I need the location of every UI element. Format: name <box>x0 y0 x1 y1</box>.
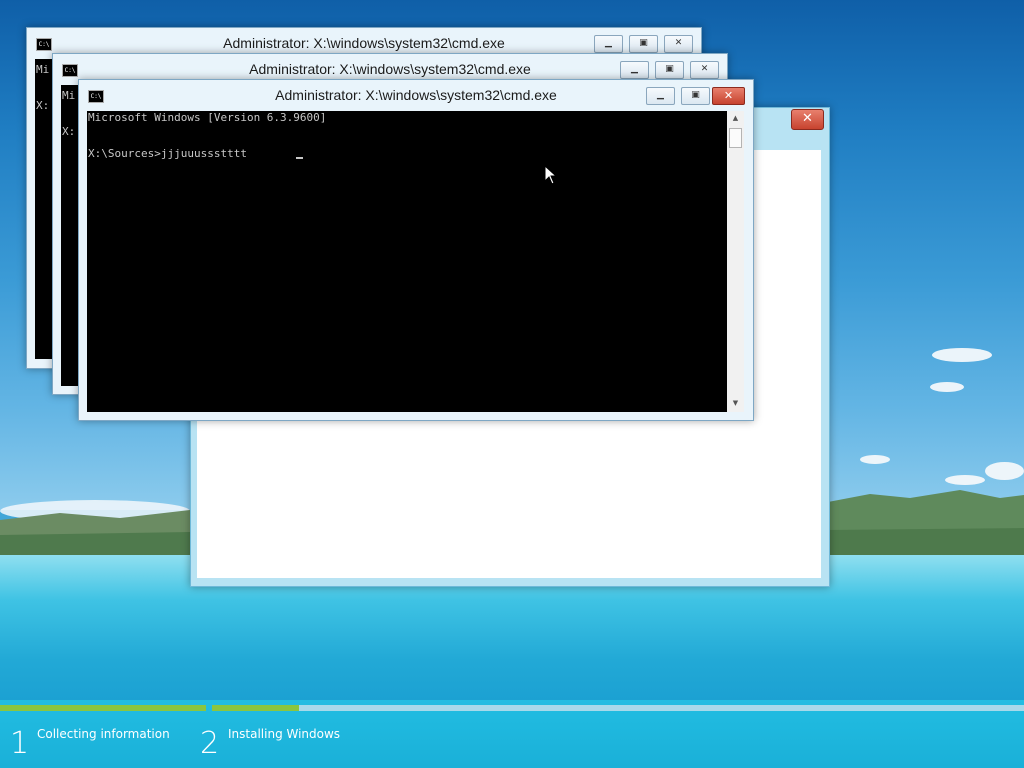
close-button[interactable]: ✕ <box>664 35 693 53</box>
step-1-label: Collecting information <box>37 727 170 741</box>
maximize-button[interactable]: ▣ <box>655 61 684 79</box>
cmd-titlebar[interactable]: C:\ Administrator: X:\windows\system32\c… <box>79 80 753 110</box>
mouse-pointer-icon <box>544 165 558 185</box>
step-1-number: 1 <box>10 726 30 761</box>
step-2-label: Installing Windows <box>228 727 341 741</box>
close-button[interactable]: ✕ <box>690 61 719 79</box>
cloud <box>932 348 992 362</box>
console-output[interactable]: Microsoft Windows [Version 6.3.9600] X:\… <box>87 111 727 412</box>
step-2-number: 2 <box>200 726 220 761</box>
console-line: Microsoft Windows [Version 6.3.9600] <box>88 111 327 124</box>
console-line: Mi <box>36 63 50 76</box>
step-1-progress-fill <box>0 705 206 711</box>
minimize-button[interactable]: ▁ <box>594 35 623 53</box>
minimize-button[interactable]: ▁ <box>620 61 649 79</box>
scroll-thumb[interactable] <box>729 128 742 148</box>
console-line: X: <box>62 125 76 138</box>
console-prompt[interactable]: X:\Sources>jjjuuussstttt <box>88 147 247 160</box>
cloud <box>985 462 1024 480</box>
maximize-button[interactable]: ▣ <box>629 35 658 53</box>
cloud <box>930 382 964 392</box>
console-line: X: <box>36 99 50 112</box>
maximize-button[interactable]: ▣ <box>681 87 710 105</box>
close-button[interactable]: ✕ <box>712 87 745 105</box>
step-2-progress-track <box>212 705 1024 711</box>
scroll-down-icon[interactable]: ▼ <box>727 399 744 407</box>
scroll-up-icon[interactable]: ▲ <box>727 114 744 122</box>
cloud <box>860 455 890 464</box>
step-2-progress-fill <box>212 705 299 711</box>
vertical-scrollbar[interactable]: ▲ ▼ <box>727 111 744 412</box>
setup-close-button[interactable]: ✕ <box>791 109 824 130</box>
text-cursor <box>296 157 303 159</box>
cmd-window-active[interactable]: C:\ Administrator: X:\windows\system32\c… <box>78 79 754 421</box>
console-line: Mi <box>62 89 76 102</box>
minimize-button[interactable]: ▁ <box>646 87 675 105</box>
